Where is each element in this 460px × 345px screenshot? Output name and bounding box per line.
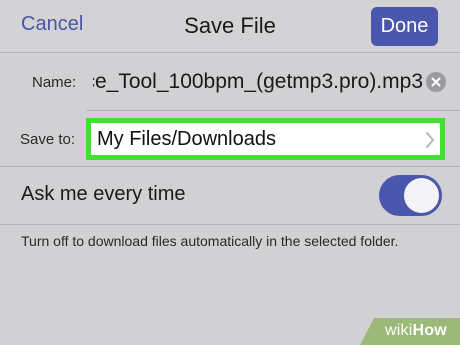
- clear-icon[interactable]: [426, 72, 446, 92]
- divider: [0, 224, 460, 225]
- divider: [0, 52, 460, 53]
- navigation-bar: Cancel Save File Done: [0, 0, 460, 52]
- file-name-value: ice_Tool_100bpm_(getmp3.pro).mp3: [93, 70, 423, 93]
- save-file-screen: Cancel Save File Done Name: ice_Tool_100…: [0, 0, 460, 345]
- name-label: Name:: [32, 74, 77, 91]
- help-text: Turn off to download files automatically…: [21, 233, 399, 249]
- divider: [0, 166, 460, 167]
- save-location-selector[interactable]: My Files/Downloads: [86, 118, 445, 160]
- chevron-right-icon: [424, 131, 436, 154]
- save-to-label: Save to:: [20, 131, 76, 148]
- ask-every-time-toggle[interactable]: [379, 175, 442, 216]
- toggle-knob: [404, 178, 439, 213]
- file-name-field[interactable]: ice_Tool_100bpm_(getmp3.pro).mp3: [93, 66, 423, 98]
- wikihow-logo: wikiHow: [385, 322, 447, 339]
- save-location-value: My Files/Downloads: [97, 128, 276, 150]
- divider: [86, 110, 460, 111]
- ask-every-time-label: Ask me every time: [21, 183, 186, 205]
- done-button[interactable]: Done: [371, 7, 438, 46]
